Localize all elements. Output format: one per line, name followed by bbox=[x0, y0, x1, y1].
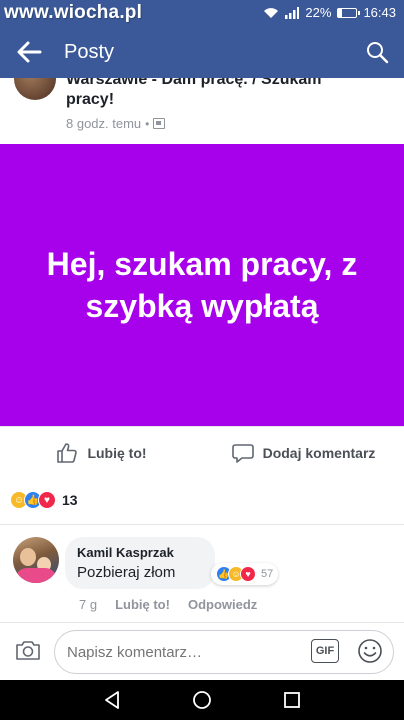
comment-label: Dodaj komentarz bbox=[262, 444, 376, 461]
status-bar: www.wiocha.pl 22% 16:43 bbox=[0, 0, 404, 26]
post-title[interactable]: Warszawie - Dam pracę. / Szukam pracy! bbox=[66, 78, 366, 110]
comment-reply-button[interactable]: Odpowiedz bbox=[188, 597, 257, 612]
comment-actions: 7 g Lubię to! Odpowiedz bbox=[79, 597, 257, 612]
post-title-line2: pracy! bbox=[66, 91, 115, 108]
search-icon[interactable] bbox=[364, 39, 390, 65]
comment-author[interactable]: Kamil Kasprzak bbox=[77, 545, 203, 560]
battery-level bbox=[338, 8, 343, 17]
reactions-summary[interactable]: ☺ 👍 ♥ 13 bbox=[10, 488, 78, 512]
love-icon: ♥ bbox=[240, 566, 256, 582]
post-title-line1: Warszawie - Dam pracę. / Szukam bbox=[66, 78, 322, 88]
comment-button[interactable]: Dodaj komentarz bbox=[202, 427, 404, 478]
comment-bubble: Kamil Kasprzak Pozbieraj złom bbox=[65, 537, 215, 589]
divider bbox=[0, 524, 404, 525]
group-privacy-icon bbox=[153, 118, 166, 129]
comment-reaction-count: 57 bbox=[261, 568, 274, 580]
signal-icon bbox=[285, 6, 300, 19]
battery-percentage: 22% bbox=[305, 5, 332, 20]
home-circle-icon[interactable] bbox=[191, 689, 213, 711]
banner-text: Hej, szukam pracy, z szybką wypłatą bbox=[46, 246, 358, 324]
status-indicators: 22% 16:43 bbox=[263, 5, 396, 20]
comment-input[interactable] bbox=[54, 630, 394, 674]
wifi-icon bbox=[264, 7, 279, 18]
reaction-count: 13 bbox=[62, 492, 78, 508]
clock: 16:43 bbox=[363, 5, 396, 20]
avatar-face bbox=[20, 548, 36, 566]
arrow-left-icon[interactable] bbox=[14, 38, 44, 66]
thumbs-up-icon bbox=[57, 442, 78, 463]
recent-apps-icon[interactable] bbox=[281, 689, 303, 711]
gif-button[interactable]: GIF bbox=[311, 639, 339, 663]
camera-icon[interactable] bbox=[14, 637, 42, 663]
post-author-avatar[interactable] bbox=[14, 78, 56, 100]
app-bar: Posty bbox=[0, 26, 404, 78]
post-header: Warszawie - Dam pracę. / Szukam pracy! 8… bbox=[0, 78, 404, 144]
like-button[interactable]: Lubię to! bbox=[0, 427, 202, 478]
watermark: www.wiocha.pl bbox=[4, 2, 143, 23]
post-meta: 8 godz. temu • bbox=[66, 116, 166, 131]
comment-text: Pozbieraj złom bbox=[77, 564, 176, 581]
speech-bubble-icon bbox=[231, 443, 254, 463]
comment-composer: GIF bbox=[0, 622, 404, 680]
system-navigation-bar bbox=[0, 680, 404, 720]
meta-separator: • bbox=[145, 116, 150, 131]
comment-like-button[interactable]: Lubię to! bbox=[115, 597, 170, 612]
smiley-icon[interactable] bbox=[357, 638, 383, 664]
comment-author-avatar[interactable] bbox=[13, 537, 59, 583]
comment-time: 7 g bbox=[79, 597, 98, 612]
post-actions: Lubię to! Dodaj komentarz bbox=[0, 426, 404, 478]
like-label: Lubię to! bbox=[87, 444, 147, 461]
avatar-shirt bbox=[15, 568, 57, 583]
post-time[interactable]: 8 godz. temu bbox=[66, 116, 141, 131]
back-triangle-icon[interactable] bbox=[101, 689, 123, 711]
love-icon: ♥ bbox=[38, 491, 56, 509]
battery-icon bbox=[337, 7, 361, 18]
post-banner: Hej, szukam pracy, z szybką wypłatą bbox=[0, 144, 404, 426]
comment-reactions[interactable]: 👍 ☺ ♥ 57 bbox=[211, 563, 279, 585]
page-title: Posty bbox=[64, 41, 115, 63]
